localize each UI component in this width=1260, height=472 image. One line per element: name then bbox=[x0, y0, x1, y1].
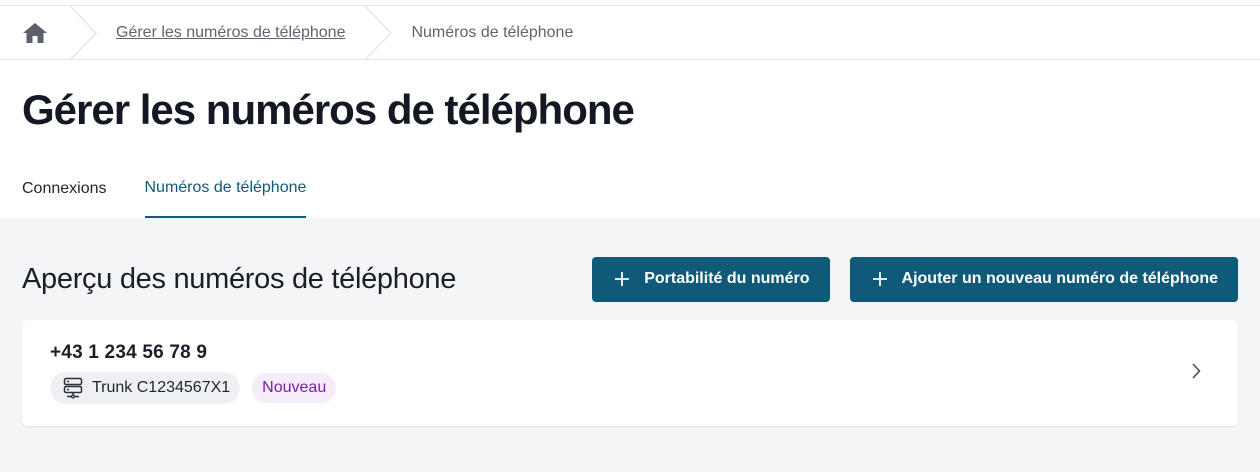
breadcrumb-separator bbox=[364, 5, 393, 60]
page-title: Gérer les numéros de téléphone bbox=[22, 86, 635, 133]
add-phone-number-button-label: Ajouter un nouveau numéro de téléphone bbox=[901, 270, 1218, 287]
trunk-chip: Trunk C1234567X1 bbox=[50, 372, 241, 404]
tab-connections[interactable]: Connexions bbox=[22, 160, 107, 218]
port-number-button-label: Portabilité du numéro bbox=[644, 270, 810, 287]
trunk-label: Trunk C1234567X1 bbox=[92, 379, 231, 396]
breadcrumb-separator bbox=[69, 5, 98, 60]
status-badge: Nouveau bbox=[252, 373, 337, 403]
phone-number-card[interactable]: +43 1 234 56 78 9 Trunk C1234567X1 Nouve… bbox=[22, 320, 1238, 426]
chevron-right-icon[interactable] bbox=[1190, 362, 1202, 380]
overview-title: Aperçu des numéros de téléphone bbox=[22, 262, 457, 295]
tab-bar: Connexions Numéros de téléphone bbox=[0, 160, 1260, 218]
breadcrumb-home[interactable] bbox=[0, 6, 68, 60]
phone-number-tags: Trunk C1234567X1 Nouveau bbox=[50, 372, 1210, 404]
home-icon bbox=[23, 22, 47, 43]
action-buttons: Portabilité du numéro Ajouter un nouveau… bbox=[592, 256, 1238, 302]
port-number-button[interactable]: Portabilité du numéro bbox=[592, 256, 830, 302]
tab-phone-numbers[interactable]: Numéros de téléphone bbox=[144, 160, 307, 218]
breadcrumb-item-current: Numéros de téléphone bbox=[411, 23, 574, 41]
add-phone-number-button[interactable]: Ajouter un nouveau numéro de téléphone bbox=[849, 256, 1238, 302]
plus-icon bbox=[872, 271, 888, 287]
breadcrumb: Gérer les numéros de téléphone Numéros d… bbox=[0, 5, 1260, 60]
server-icon bbox=[63, 377, 83, 399]
main-content: Aperçu des numéros de téléphone Portabil… bbox=[0, 218, 1260, 472]
breadcrumb-item-manage-numbers[interactable]: Gérer les numéros de téléphone bbox=[98, 24, 363, 42]
overview-header: Aperçu des numéros de téléphone Portabil… bbox=[22, 256, 1238, 302]
plus-icon bbox=[614, 271, 630, 287]
phone-number: +43 1 234 56 78 9 bbox=[50, 342, 208, 363]
